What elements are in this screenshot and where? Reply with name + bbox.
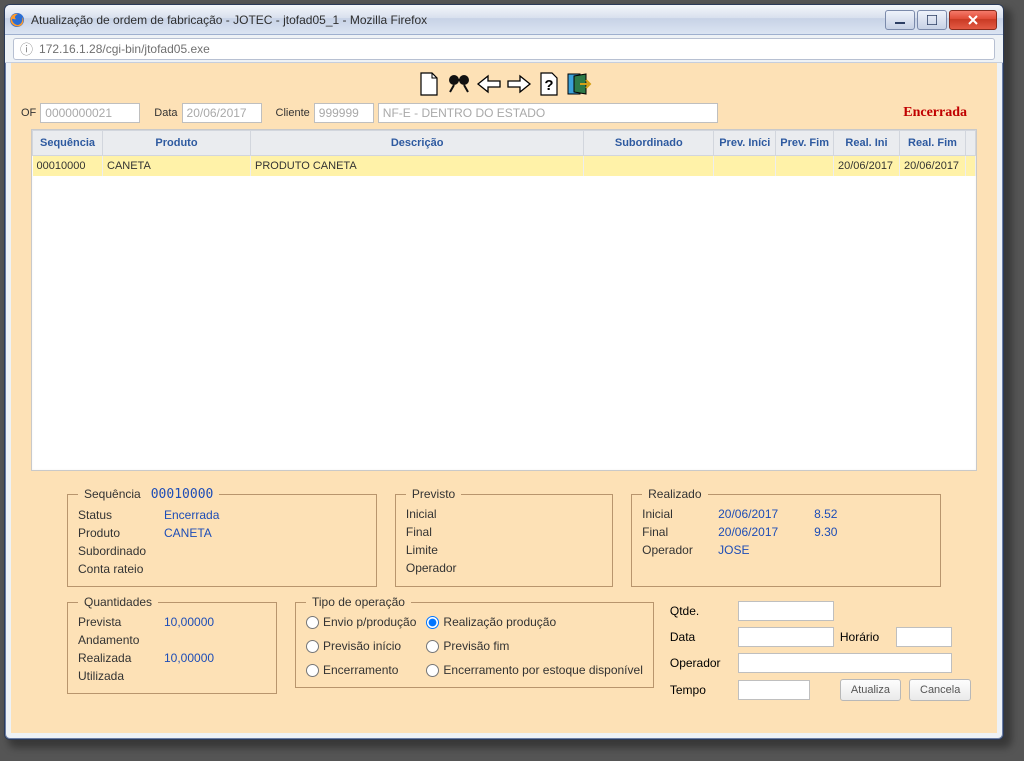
radio-previsao-inicio[interactable]: Previsão início [306,639,416,653]
page-content: ? OF 0000000021 Data 20/06/2017 Cliente … [11,63,997,733]
col-descricao[interactable]: Descrição [251,131,584,156]
firefox-icon [9,12,25,28]
tempo-label: Tempo [670,683,732,697]
new-document-icon[interactable] [415,71,443,97]
window-maximize-button[interactable] [917,10,947,30]
table-row[interactable]: 00010000 CANETA PRODUTO CANETA 20/06/201… [33,156,976,177]
header-form-row: OF 0000000021 Data 20/06/2017 Cliente 99… [21,103,987,123]
of-label: OF [21,107,36,119]
site-info-icon[interactable]: ⓘ [20,39,33,58]
radio-previsao-fim[interactable]: Previsão fim [426,639,642,653]
data-input-label: Data [670,630,732,644]
horario-label: Horário [840,630,890,644]
help-icon[interactable]: ? [535,71,563,97]
data-value[interactable]: 20/06/2017 [182,103,262,123]
radio-encerramento[interactable]: Encerramento [306,663,416,677]
sequencia-legend: Sequência [84,487,141,501]
cliente-label: Cliente [276,107,310,119]
col-real-fim[interactable]: Real. Fim [900,131,966,156]
qtde-input[interactable] [738,601,834,621]
next-arrow-icon[interactable] [505,71,533,97]
data-label: Data [154,107,177,119]
panel-quantidades: Quantidades Prevista10,00000 Andamento R… [67,595,277,694]
cliente-code[interactable]: 999999 [314,103,374,123]
tempo-input[interactable] [738,680,810,700]
quantidades-legend: Quantidades [78,595,158,609]
col-real-ini[interactable]: Real. Ini [834,131,900,156]
radio-encerramento-estoque[interactable]: Encerramento por estoque disponível [426,663,642,677]
atualiza-button[interactable]: Atualiza [840,679,901,701]
horario-input[interactable] [896,627,952,647]
svg-text:?: ? [544,77,553,94]
table-header-row: Sequência Produto Descrição Subordinado … [33,131,976,156]
exit-icon[interactable] [565,71,593,97]
operador-input[interactable] [738,653,952,673]
panel-tipo-operacao: Tipo de operação Envio p/produção Realiz… [295,595,654,688]
prev-arrow-icon[interactable] [475,71,503,97]
titlebar: Atualização de ordem de fabricação - JOT… [5,5,1003,35]
panel-previsto: Previsto Inicial Final Limite Operador [395,487,613,587]
previsto-legend: Previsto [406,487,461,501]
col-prev-inicio[interactable]: Prev. Iníci [714,131,776,156]
window-minimize-button[interactable] [885,10,915,30]
cliente-nome[interactable]: NF-E - DENTRO DO ESTADO [378,103,718,123]
panel-sequencia: Sequência 00010000 StatusEncerrada Produ… [67,487,377,587]
cancela-button[interactable]: Cancela [909,679,971,701]
col-produto[interactable]: Produto [103,131,251,156]
right-inputs: Qtde. Data Horário Operador Tempo Atuali… [670,601,952,701]
operador-input-label: Operador [670,656,732,670]
of-value[interactable]: 0000000021 [40,103,140,123]
grid: Sequência Produto Descrição Subordinado … [31,129,977,471]
realizado-legend: Realizado [642,487,707,501]
col-subordinado[interactable]: Subordinado [584,131,714,156]
url-text: 172.16.1.28/cgi-bin/jtofad05.exe [39,42,210,56]
browser-window: Atualização de ordem de fabricação - JOT… [4,4,1004,740]
search-icon[interactable] [445,71,473,97]
window-title: Atualização de ordem de fabricação - JOT… [31,13,877,27]
window-close-button[interactable] [949,10,997,30]
col-prev-fim[interactable]: Prev. Fim [776,131,834,156]
urlbar-row: ⓘ 172.16.1.28/cgi-bin/jtofad05.exe [5,35,1003,63]
panel-realizado: Realizado Inicial20/06/20178.52 Final20/… [631,487,941,587]
data-input[interactable] [738,627,834,647]
radio-realizacao-producao[interactable]: Realização produção [426,615,642,629]
col-sequencia[interactable]: Sequência [33,131,103,156]
qtde-label: Qtde. [670,604,732,618]
status-label: Encerrada [903,105,967,121]
toolbar: ? [21,69,987,99]
radio-envio-producao[interactable]: Envio p/produção [306,615,416,629]
url-field[interactable]: ⓘ 172.16.1.28/cgi-bin/jtofad05.exe [13,38,995,60]
tipo-legend: Tipo de operação [306,595,411,609]
sequencia-code: 00010000 [151,487,214,502]
